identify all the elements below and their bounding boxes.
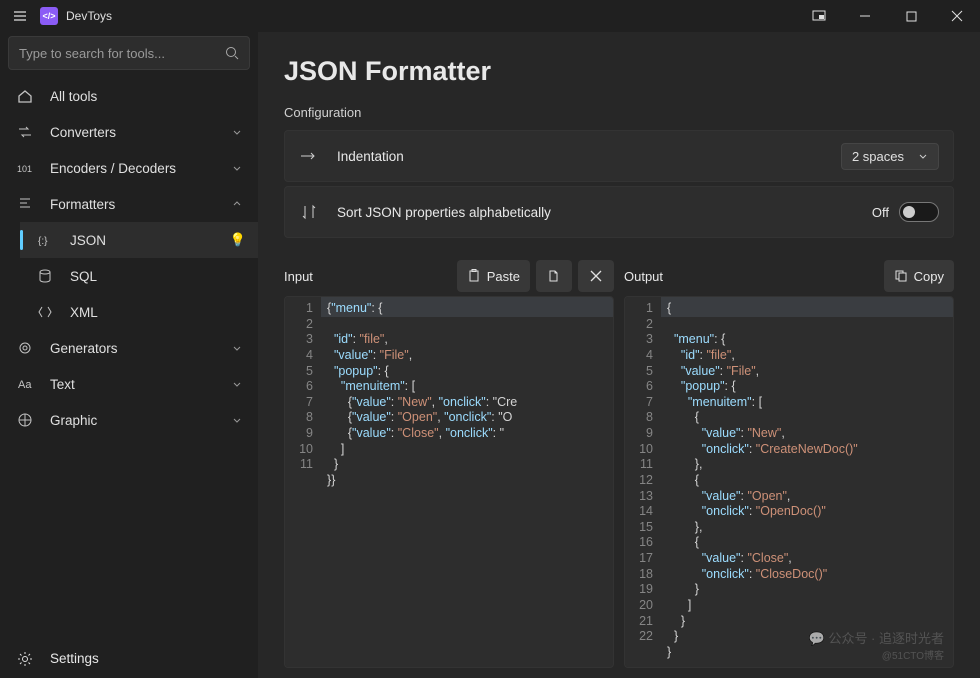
menu-icon[interactable]: [8, 4, 32, 28]
svg-text:Aa: Aa: [18, 379, 32, 391]
search-icon: [225, 46, 239, 60]
chevron-down-icon: [232, 127, 246, 137]
input-panel: Input Paste 1234567891011 {"menu": { "id…: [284, 258, 614, 668]
sidebar-item-xml[interactable]: XML: [20, 294, 258, 330]
chevron-down-icon: [232, 343, 246, 353]
pip-button[interactable]: [796, 0, 842, 32]
gear-icon: [16, 339, 34, 357]
indentation-select[interactable]: 2 spaces: [841, 143, 939, 170]
sort-toggle[interactable]: [899, 202, 939, 222]
settings-icon: [16, 651, 34, 667]
sidebar: All tools Converters 101 Encoders / Deco…: [0, 32, 258, 678]
sidebar-item-all-tools[interactable]: All tools: [0, 78, 258, 114]
output-editor[interactable]: 12345678910111213141516171819202122 { "m…: [624, 296, 954, 668]
config-indentation: Indentation 2 spaces: [284, 130, 954, 182]
input-label: Input: [284, 269, 451, 284]
text-icon: Aa: [16, 375, 34, 393]
xml-icon: [36, 303, 54, 321]
chevron-down-icon: [232, 379, 246, 389]
chevron-down-icon: [232, 163, 246, 173]
search-input-wrap[interactable]: [8, 36, 250, 70]
convert-icon: [16, 123, 34, 141]
svg-text:{:}: {:}: [38, 236, 48, 247]
minimize-button[interactable]: [842, 0, 888, 32]
chevron-down-icon: [918, 151, 928, 161]
sql-icon: [36, 267, 54, 285]
copy-icon: [894, 269, 908, 283]
close-button[interactable]: [934, 0, 980, 32]
sidebar-item-settings[interactable]: Settings: [0, 638, 258, 678]
sidebar-item-graphic[interactable]: Graphic: [0, 402, 258, 438]
main-content: JSON Formatter Configuration Indentation…: [258, 32, 980, 678]
binary-icon: 101: [16, 159, 34, 177]
chevron-up-icon: [232, 199, 246, 209]
copy-button[interactable]: Copy: [884, 260, 954, 292]
sidebar-item-formatters[interactable]: Formatters: [0, 186, 258, 222]
graphic-icon: [16, 411, 34, 429]
search-input[interactable]: [19, 46, 225, 61]
sidebar-item-generators[interactable]: Generators: [0, 330, 258, 366]
chevron-down-icon: [232, 415, 246, 425]
clipboard-icon: [467, 269, 481, 283]
titlebar: </> DevToys: [0, 0, 980, 32]
maximize-button[interactable]: [888, 0, 934, 32]
open-file-button[interactable]: [536, 260, 572, 292]
page-title: JSON Formatter: [284, 56, 954, 87]
indent-icon: [299, 149, 319, 163]
home-icon: [16, 87, 34, 105]
sidebar-item-encoders[interactable]: 101 Encoders / Decoders: [0, 150, 258, 186]
output-label: Output: [624, 269, 878, 284]
app-icon: </>: [40, 7, 58, 25]
app-title: DevToys: [66, 9, 112, 23]
sidebar-item-text[interactable]: Aa Text: [0, 366, 258, 402]
paste-button[interactable]: Paste: [457, 260, 530, 292]
sort-icon: [299, 204, 319, 220]
output-panel: Output Copy 1234567891011121314151617181…: [624, 258, 954, 668]
config-sort: Sort JSON properties alphabetically Off: [284, 186, 954, 238]
clear-button[interactable]: [578, 260, 614, 292]
config-label: Configuration: [284, 105, 954, 120]
input-editor[interactable]: 1234567891011 {"menu": { "id": "file", "…: [284, 296, 614, 668]
sidebar-item-json[interactable]: {:} JSON 💡: [20, 222, 258, 258]
format-icon: [16, 195, 34, 213]
bulb-icon: 💡: [230, 232, 246, 248]
sidebar-item-converters[interactable]: Converters: [0, 114, 258, 150]
json-icon: {:}: [36, 231, 54, 249]
sidebar-item-sql[interactable]: SQL: [20, 258, 258, 294]
svg-text:101: 101: [17, 164, 32, 174]
